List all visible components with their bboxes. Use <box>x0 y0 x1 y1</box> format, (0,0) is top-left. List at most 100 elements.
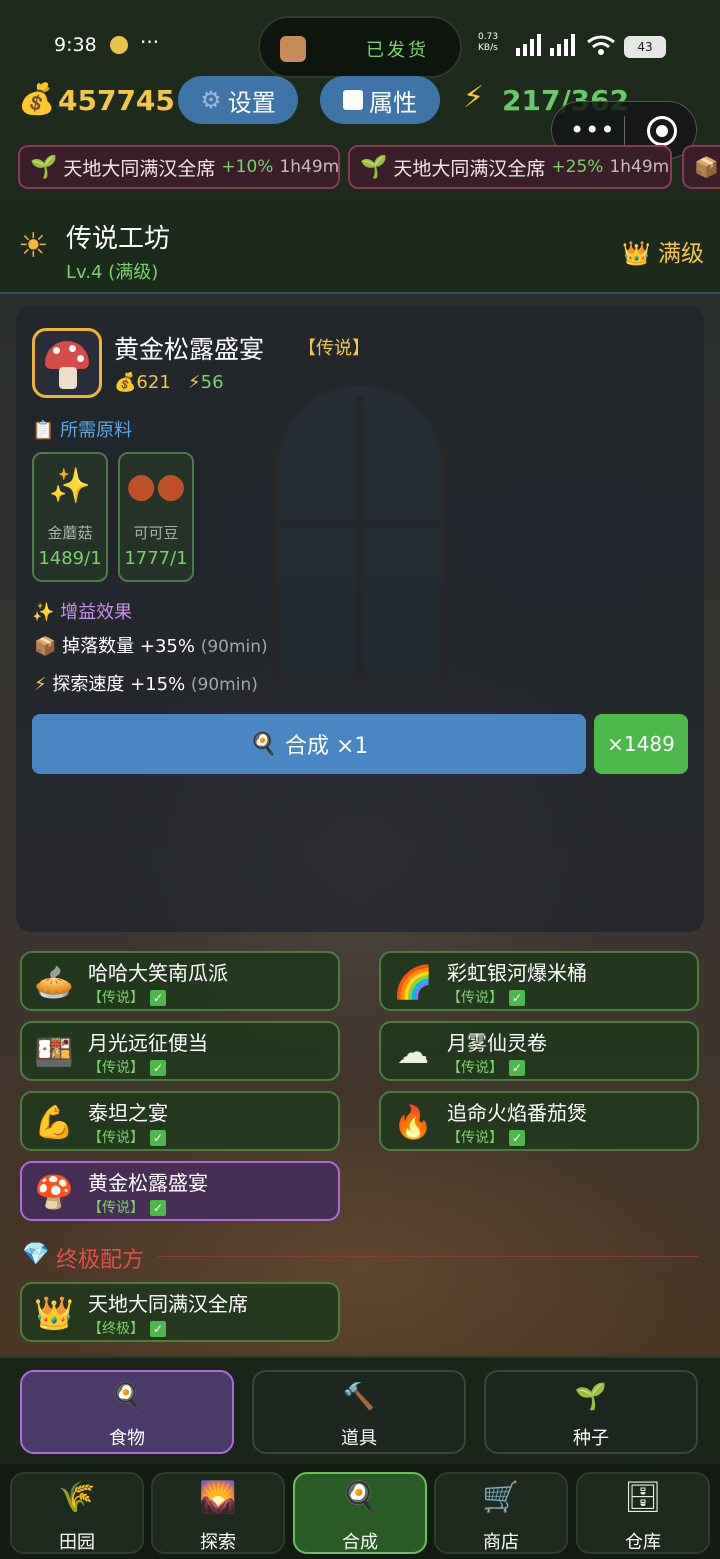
material-card[interactable]: ●● 可可豆 1777/1 <box>118 452 194 582</box>
recipe-card-name: 哈哈大笑南瓜派 <box>88 961 228 985</box>
tab-tools[interactable]: 🔨 道具 <box>252 1370 466 1454</box>
nav-farm[interactable]: 🌾 田园 <box>10 1472 144 1554</box>
recipe-card[interactable]: 💪 泰坦之宴 【传说】 ✓ <box>20 1091 340 1151</box>
sprout-icon: 🌱 <box>30 154 58 180</box>
craft-button-label: 合成 ×1 <box>284 734 369 759</box>
buff-duration: 1h49m <box>279 157 340 177</box>
status-more-dots: ··· <box>140 30 160 54</box>
recipe-card-tag-text: 【传说】 <box>88 1200 144 1216</box>
check-icon: ✓ <box>509 1130 525 1146</box>
frying-pan-icon: 🍳 <box>341 1480 379 1515</box>
tab-food[interactable]: 🍳 食物 <box>20 1370 234 1454</box>
pie-icon: 🥧 <box>34 963 74 1001</box>
recipe-card-tag-text: 【传说】 <box>88 1130 144 1146</box>
recipe-card[interactable]: 🥧 哈哈大笑南瓜派 【传说】 ✓ <box>20 951 340 1011</box>
check-icon: ✓ <box>150 1321 166 1337</box>
buff-name: 天地大同满汉全席 <box>393 157 546 180</box>
recipe-card-tag: 【传说】 ✓ <box>88 987 166 1007</box>
material-qty: 1777/1 <box>124 548 188 569</box>
buff-chip[interactable]: 🌱 天地大同满汉全席 +10% 1h49m <box>18 145 340 189</box>
material-name: 金蘑菇 <box>47 524 93 542</box>
recipe-card-tag-text: 【终极】 <box>88 1321 144 1337</box>
recipe-card[interactable]: 🌈 彩虹银河爆米桶 【传说】 ✓ <box>379 951 699 1011</box>
gear-icon: ⚙ <box>200 86 222 114</box>
capsule-divider <box>624 116 625 146</box>
bento-icon: 🍱 <box>34 1033 74 1071</box>
bottom-navigation: 🌾 田园 🌄 探索 🍳 合成 🛒 商店 🗄 仓库 <box>0 1464 720 1559</box>
crown-icon: 👑 <box>622 241 651 267</box>
recipe-card-name: 天地大同满汉全席 <box>88 1292 248 1316</box>
materials-section-label: 📋 所需原料 <box>32 416 132 442</box>
close-miniprogram-icon[interactable] <box>647 116 677 146</box>
money-bag-icon: 💰 <box>18 82 56 117</box>
effect-label: 探索速度 +15% <box>52 674 186 695</box>
recipe-card-name: 彩虹银河爆米桶 <box>447 961 587 985</box>
sparkles-icon: ✨ <box>32 602 55 623</box>
settings-button[interactable]: ⚙ 设置 <box>178 76 298 124</box>
cloud-icon: ☁ <box>397 1033 429 1071</box>
recipe-card-tag: 【传说】 ✓ <box>88 1127 166 1147</box>
recipe-card[interactable]: 🍱 月光远征便当 【传说】 ✓ <box>20 1021 340 1081</box>
box-icon: 📦 <box>34 636 57 657</box>
buff-name: 天地大同满汉全席 <box>63 157 216 180</box>
recipe-name: 黄金松露盛宴 <box>114 335 265 364</box>
recipe-card-name: 月光远征便当 <box>88 1031 208 1055</box>
effect-row: ⚡ 探索速度 +15% (90min) <box>34 670 258 696</box>
tab-label: 种子 <box>573 1428 609 1449</box>
nav-warehouse[interactable]: 🗄 仓库 <box>576 1472 710 1554</box>
material-qty: 1489/1 <box>38 548 102 569</box>
nav-explore[interactable]: 🌄 探索 <box>151 1472 285 1554</box>
more-menu-icon[interactable]: ••• <box>570 116 615 144</box>
check-icon: ✓ <box>150 990 166 1006</box>
buff-chip-partial[interactable]: 📦 <box>682 145 720 189</box>
ultimate-recipes-label: 终极配方 <box>56 1248 145 1273</box>
nav-shop[interactable]: 🛒 商店 <box>434 1472 568 1554</box>
crown-icon: 👑 <box>34 1294 74 1332</box>
mushroom-icon: 🍄 <box>34 1173 74 1211</box>
notification-icon <box>110 36 128 54</box>
buff-duration: 1h49m <box>609 157 670 177</box>
nav-label: 合成 <box>342 1532 378 1553</box>
bar-chart-icon <box>343 90 363 110</box>
lightning-icon: ⚡ <box>34 674 47 695</box>
recipe-detail-panel: 黄金松露盛宴 【传说】 💰621 ⚡56 📋 所需原料 ✨ 金蘑菇 1489/1… <box>16 306 704 932</box>
clipboard-icon: 📋 <box>32 420 55 441</box>
recipe-card-name: 黄金松露盛宴 <box>88 1171 208 1195</box>
material-card[interactable]: ✨ 金蘑菇 1489/1 <box>32 452 108 582</box>
craft-button[interactable]: 🍳 合成 ×1 <box>32 714 586 774</box>
nav-label: 田园 <box>59 1532 95 1553</box>
recipe-energy: ⚡56 <box>188 372 224 393</box>
nav-label: 探索 <box>200 1532 236 1553</box>
sprout-icon: 🌱 <box>360 154 388 180</box>
nav-craft[interactable]: 🍳 合成 <box>293 1472 427 1554</box>
effects-label-text: 增益效果 <box>60 602 133 623</box>
recipe-card[interactable]: 🔥 追命火焰番茄煲 【传说】 ✓ <box>379 1091 699 1151</box>
wheat-icon: 🌾 <box>58 1480 96 1515</box>
recipe-card-selected[interactable]: 🍄 黄金松露盛宴 【传说】 ✓ <box>20 1161 340 1221</box>
tab-seeds[interactable]: 🌱 种子 <box>484 1370 698 1454</box>
recipe-card-name: 追命火焰番茄煲 <box>447 1101 587 1125</box>
cart-icon: 🛒 <box>482 1480 520 1515</box>
sprout-icon: 🌱 <box>574 1382 608 1412</box>
sun-icon: ☀ <box>18 226 49 266</box>
fire-icon: 🔥 <box>393 1103 433 1141</box>
buff-chip[interactable]: 🌱 天地大同满汉全席 +25% 1h49m <box>348 145 672 189</box>
frying-pan-icon: 🍳 <box>110 1382 144 1412</box>
effects-section-label: ✨ 增益效果 <box>32 598 132 624</box>
workshop-title: 传说工坊 <box>66 224 171 254</box>
recipe-cost-value: 621 <box>136 372 171 393</box>
battery-icon: 43 <box>624 36 666 58</box>
box-icon: 📦 <box>694 155 719 179</box>
max-level-badge: 👑 满级 <box>622 234 704 268</box>
status-time: 9:38 <box>54 34 97 56</box>
check-icon: ✓ <box>509 1060 525 1076</box>
craft-max-button[interactable]: ×1489 <box>594 714 688 774</box>
recipe-card-tag-text: 【传说】 <box>88 990 144 1006</box>
recipe-card[interactable]: 👑 天地大同满汉全席 【终极】 ✓ <box>20 1282 340 1342</box>
tab-label: 道具 <box>341 1428 377 1449</box>
recipe-card[interactable]: ☁ 月雾仙灵卷 【传说】 ✓ <box>379 1021 699 1081</box>
recipe-rarity-tag: 【传说】 <box>298 338 370 359</box>
attributes-button[interactable]: 属性 <box>320 76 440 124</box>
material-name: 可可豆 <box>133 524 179 542</box>
max-level-label: 满级 <box>657 241 704 267</box>
